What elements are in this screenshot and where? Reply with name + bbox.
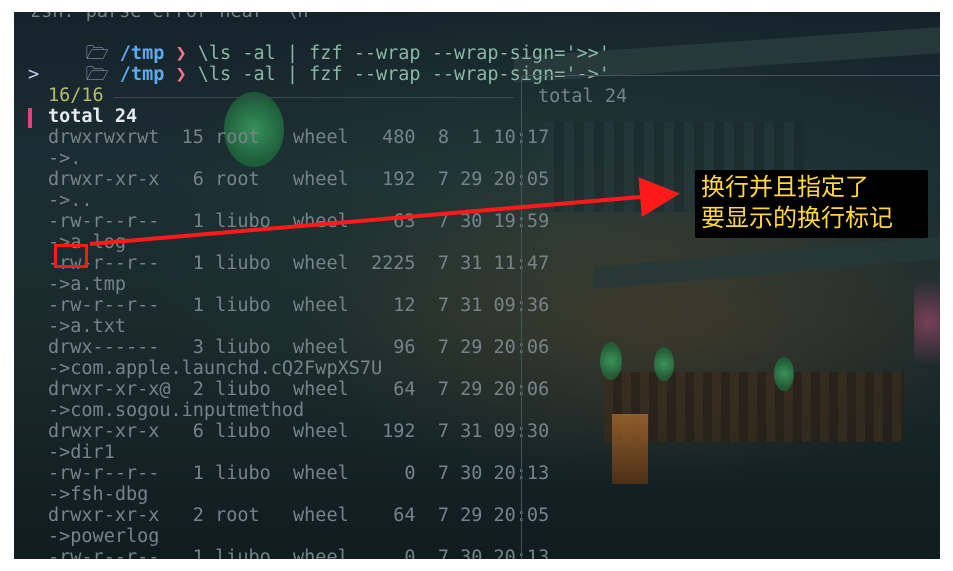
annotation-line: 换行并且指定了	[701, 173, 869, 201]
annotation-callout: 换行并且指定了 要显示的换行标记	[695, 170, 928, 238]
annotation-line: 要显示的换行标记	[701, 204, 893, 232]
annotation-arrow	[89, 177, 680, 246]
terminal-window: zsh: parse error near `\n' 🗁 /tmp ❯ \ls …	[14, 12, 940, 559]
